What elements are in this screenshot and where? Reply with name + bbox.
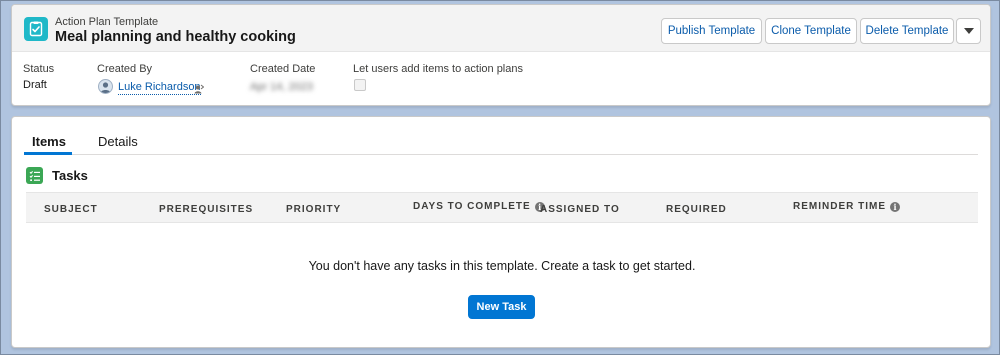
column-label: ASSIGNED TO xyxy=(540,204,620,215)
header-top: Action Plan Template Meal planning and h… xyxy=(12,5,990,52)
checklist-icon xyxy=(24,17,48,41)
column-header-days-to-complete[interactable]: DAYS TO COMPLETE i xyxy=(413,201,545,212)
created-date-label: Created Date xyxy=(250,63,316,75)
status-value: Draft xyxy=(23,79,47,91)
column-header-priority[interactable]: PRIORITY xyxy=(286,204,341,215)
new-task-button[interactable]: New Task xyxy=(468,295,535,319)
column-header-prerequisites[interactable]: PREREQUISITES xyxy=(159,204,253,215)
allow-add-label: Let users add items to action plans xyxy=(353,63,523,75)
delete-template-button[interactable]: Delete Template xyxy=(860,18,954,44)
column-label: REMINDER TIME xyxy=(793,201,886,212)
tab-bar: Items Details xyxy=(24,130,978,155)
created-by-label: Created By xyxy=(97,63,153,75)
column-label: PREREQUISITES xyxy=(159,204,254,215)
empty-state-message: You don't have any tasks in this templat… xyxy=(308,259,696,273)
tasks-table-header: SUBJECT PREREQUISITES PRIORITY DAYS TO C… xyxy=(26,192,978,223)
column-header-required[interactable]: REQUIRED xyxy=(666,204,727,215)
created-by-link[interactable]: Luke Richardson xyxy=(118,81,201,95)
publish-template-button[interactable]: Publish Template xyxy=(661,18,762,44)
change-owner-icon[interactable] xyxy=(194,82,205,97)
chevron-down-icon xyxy=(963,28,974,34)
record-header: Action Plan Template Meal planning and h… xyxy=(11,4,991,106)
column-header-assigned-to[interactable]: ASSIGNED TO xyxy=(540,204,620,215)
created-date-value: Apr 14, 2023 xyxy=(250,81,313,93)
clone-template-button[interactable]: Clone Template xyxy=(765,18,857,44)
tasks-title: Tasks xyxy=(52,168,88,183)
items-card: Items Details Tasks SUBJECT PREREQUISITE… xyxy=(11,116,991,348)
column-label: REQUIRED xyxy=(666,204,727,215)
column-header-reminder-time[interactable]: REMINDER TIME i xyxy=(793,201,900,212)
tab-details[interactable]: Details xyxy=(98,134,138,149)
created-by-name[interactable]: Luke Richardson xyxy=(118,81,201,95)
column-label: SUBJECT xyxy=(44,204,98,215)
avatar xyxy=(98,79,113,94)
info-icon[interactable]: i xyxy=(890,201,900,212)
tasks-icon xyxy=(26,167,43,184)
column-header-subject[interactable]: SUBJECT xyxy=(44,204,98,215)
object-label: Action Plan Template xyxy=(55,16,159,28)
page-title: Meal planning and healthy cooking xyxy=(55,29,296,45)
app-frame: Action Plan Template Meal planning and h… xyxy=(0,0,1000,355)
column-label: PRIORITY xyxy=(286,204,342,215)
more-actions-button[interactable] xyxy=(956,18,981,44)
tab-items[interactable]: Items xyxy=(32,134,66,149)
allow-add-checkbox[interactable] xyxy=(354,79,366,91)
column-label: DAYS TO COMPLETE xyxy=(413,201,531,212)
status-label: Status xyxy=(23,63,55,75)
active-tab-indicator xyxy=(24,152,72,155)
